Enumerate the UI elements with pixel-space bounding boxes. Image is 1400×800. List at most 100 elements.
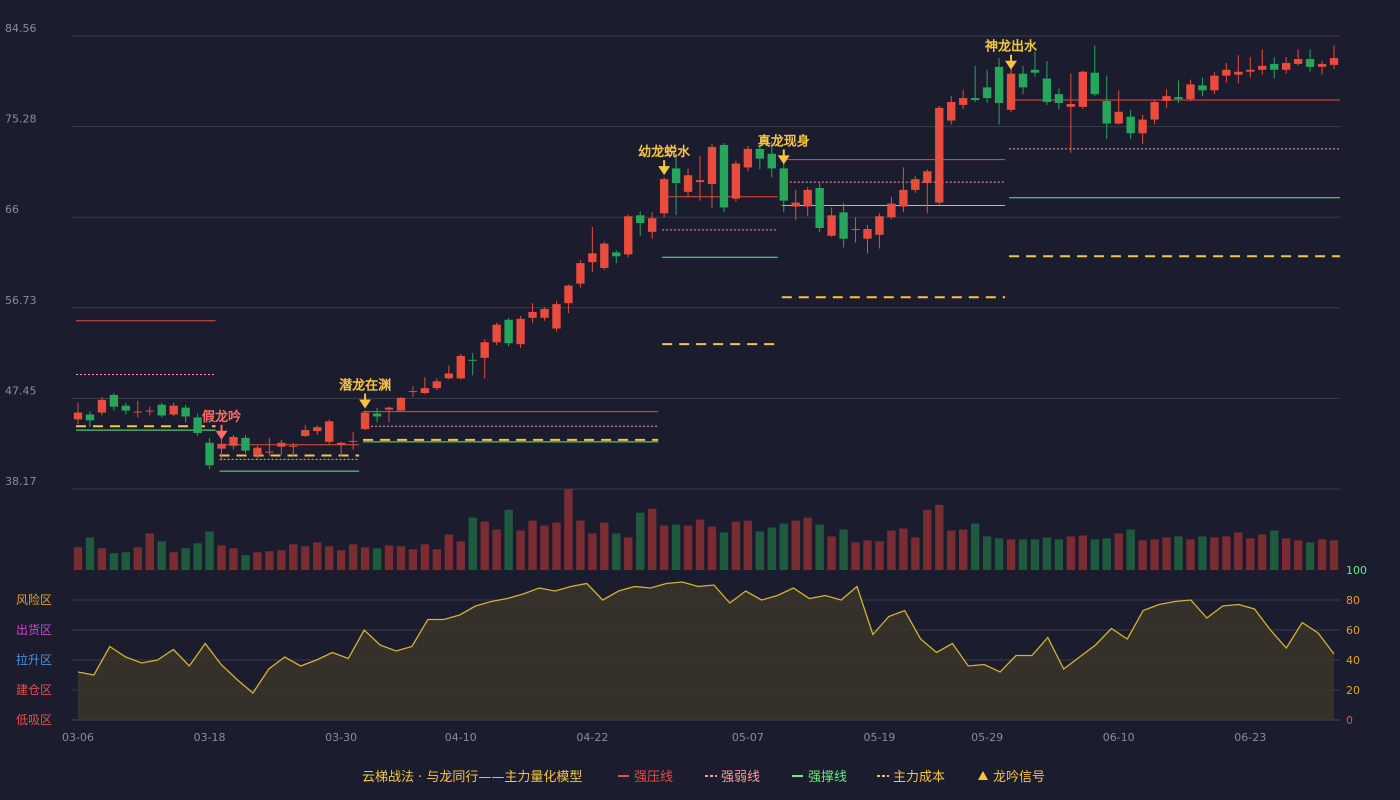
volume-bar [396,546,406,570]
price-tick-label: 75.28 [5,113,37,126]
volume-bar [887,530,896,570]
candle-body [336,442,346,445]
volume-bar [1174,536,1183,570]
volume-bar [408,549,418,570]
volume-bar [600,522,609,570]
volume-bar [743,520,753,570]
volume-bar [923,509,932,570]
candle-body [911,179,920,190]
candle-body [217,443,226,449]
candle-body [1090,72,1099,95]
volume-bar [181,548,190,570]
signal-arrow-icon [359,399,372,409]
signal-label: 真龙现身 [758,133,810,149]
price-tick-label: 47.45 [5,384,37,397]
candle-body [420,388,430,394]
candle-body [1317,63,1327,67]
volume-bar [277,550,286,570]
volume-bar [683,525,693,570]
legend-label: 龙吟信号 [993,769,1045,785]
volume-bar [970,523,980,570]
oscillator-tick-label: 100 [1346,564,1367,577]
candle-body [576,263,585,284]
volume-bar [480,521,489,570]
candle-body [671,168,681,184]
oscillator-tick-label: 60 [1346,624,1360,637]
candle-body [994,66,1004,103]
candle-body [1150,102,1159,120]
candle-body [408,391,418,393]
volume-bar [1066,536,1076,570]
candle-body [887,203,896,218]
volume-bar [360,547,370,570]
volume-bar [731,521,741,570]
candle-body [1293,59,1303,64]
x-tick-label: 03-06 [62,731,94,744]
candle-body [1270,63,1279,70]
volume-bar [839,529,848,570]
volume-bar [707,526,717,570]
volume-bar [863,540,872,570]
volume-bar [911,537,920,570]
candle-body [444,373,453,379]
candle-body [839,212,848,239]
volume-bar [671,524,681,570]
candle-body [1222,69,1231,76]
x-tick-label: 05-29 [971,731,1003,744]
volume-bar [647,508,657,570]
legend-label: 强压线 [634,770,673,785]
candle-body [1138,119,1147,134]
volume-bar [157,541,166,570]
candle-body [1234,71,1243,75]
candle-body [707,146,717,185]
candle-body [1186,84,1195,100]
candle-body [85,414,95,421]
candle-body [1281,62,1291,70]
volume-bar [1198,536,1207,570]
oscillator-area [78,582,1334,720]
volume-bar [432,549,442,570]
volume-bar [576,520,585,570]
candle-body [301,430,310,436]
volume-bar [659,525,669,570]
candle-body [504,319,513,344]
volume-bar [241,555,250,570]
candle-body [935,107,944,203]
volume-bar [1102,538,1111,570]
candle-body [193,417,202,434]
candle-body [1102,101,1111,124]
candle-body [767,153,776,169]
price-tick-label: 66 [5,203,19,216]
volume-bar [325,546,334,570]
volume-bar [851,542,860,570]
volume-bar [313,542,322,570]
volume-bar [612,533,621,570]
candle-body [1006,73,1016,110]
volume-bar [1006,539,1016,570]
candle-body [1126,116,1135,134]
volume-bar [121,552,131,570]
volume-bar [516,530,525,570]
candle-body [588,253,597,263]
candle-body [636,215,645,224]
volume-bar [1138,540,1147,570]
candle-body [229,436,238,446]
candle-body [492,324,501,343]
candle-body [1198,85,1207,91]
volume-bar [624,537,633,570]
volume-bar [1162,537,1171,570]
volume-bar [1126,529,1135,570]
volume-bar [1090,539,1099,570]
x-tick-label: 06-10 [1103,731,1135,744]
legend-label: 强弱线 [721,770,760,785]
legend-label: 强撑线 [808,770,847,785]
volume-bar [301,546,310,570]
candle-body [647,218,657,232]
volume-bar [935,504,944,570]
volume-bar [1270,530,1279,570]
legend-label: 云梯战法 · 与龙同行——主力量化模型 [362,770,582,785]
candle-body [612,252,621,257]
x-tick-label: 03-30 [325,731,357,744]
candle-body [1210,75,1219,91]
grid-lines [72,35,1340,490]
